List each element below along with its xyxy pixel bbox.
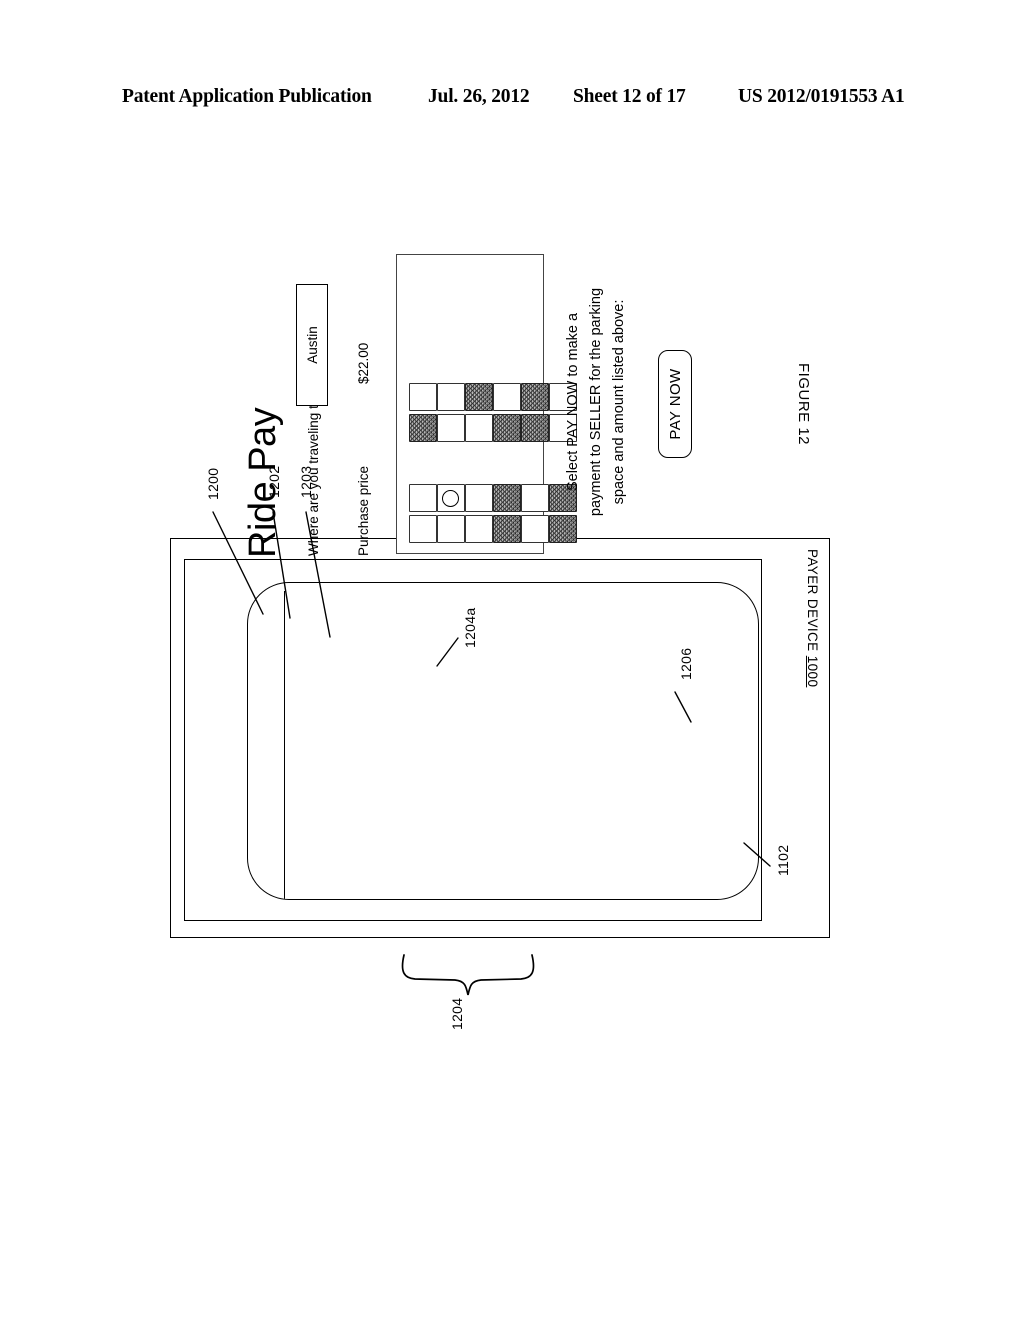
purchase-price-value: $22.00 — [356, 342, 371, 384]
parking-space[interactable] — [437, 414, 465, 442]
parking-space-grid — [409, 263, 577, 543]
parking-stall-pair-right — [493, 383, 521, 442]
parking-stall-pair-right — [437, 383, 465, 442]
parking-space[interactable] — [493, 414, 521, 442]
parking-aisle — [493, 442, 521, 484]
parking-row — [409, 263, 437, 543]
ref-numeral-1202: 1202 — [266, 465, 282, 498]
ref-numeral-1203: 1203 — [298, 465, 314, 498]
ref-numeral-1206: 1206 — [678, 647, 694, 680]
parking-aisle — [465, 442, 493, 484]
ref-numeral-1204a: 1204a — [462, 607, 478, 648]
parking-space[interactable] — [437, 383, 465, 411]
parking-stall-pair-left — [437, 484, 465, 543]
instruction-line-1: Select PAY NOW to make a — [565, 312, 581, 492]
payer-device-caption: PAYER DEVICE 1000 — [805, 549, 820, 687]
ref-numeral-1204: 1204 — [449, 997, 465, 1030]
parking-space[interactable] — [521, 515, 549, 543]
parking-space[interactable] — [437, 515, 465, 543]
brace-1204 — [401, 954, 535, 996]
ref-numeral-1102: 1102 — [775, 844, 791, 876]
parking-space[interactable] — [521, 383, 549, 411]
parking-space[interactable] — [465, 484, 493, 512]
parking-stall-pair-right — [409, 383, 437, 442]
parking-row — [493, 263, 521, 543]
parking-space[interactable] — [493, 484, 521, 512]
parking-space[interactable] — [521, 414, 549, 442]
selected-space-marker-icon — [442, 490, 459, 507]
instruction-line-2: payment to SELLER for the parking — [588, 287, 604, 517]
parking-space[interactable] — [465, 515, 493, 543]
parking-space[interactable] — [521, 484, 549, 512]
parking-space-map[interactable] — [396, 254, 577, 554]
figure-drawing: Ride Pay Where are you traveling to? Aus… — [0, 0, 1024, 1320]
parking-row — [465, 263, 493, 543]
pay-now-button[interactable]: PAY NOW — [658, 350, 692, 458]
parking-space[interactable] — [409, 484, 437, 512]
instruction-line-3: space and amount listed above: — [611, 299, 627, 505]
device-screen-content: Ride Pay Where are you traveling to? Aus… — [240, 240, 800, 566]
parking-space[interactable] — [409, 515, 437, 543]
parking-aisle — [437, 442, 465, 484]
parking-space[interactable] — [493, 383, 521, 411]
payer-device-outer-frame — [170, 538, 830, 938]
payer-device-caption-ref: 1000 — [805, 655, 820, 688]
parking-space[interactable] — [493, 515, 521, 543]
device-screen-bezel — [247, 582, 759, 900]
parking-aisle — [409, 442, 437, 484]
parking-space[interactable] — [465, 414, 493, 442]
destination-input[interactable]: Austin — [296, 284, 328, 406]
parking-row — [437, 263, 465, 543]
parking-stall-pair-left — [521, 484, 549, 543]
parking-stall-pair-left — [493, 484, 521, 543]
parking-space[interactable] — [465, 383, 493, 411]
payment-instruction-text: Select PAY NOW to make a payment to SELL… — [562, 252, 631, 552]
parking-aisle — [521, 442, 549, 484]
parking-stall-pair-right — [521, 383, 549, 442]
purchase-price-label: Purchase price — [356, 465, 371, 556]
payer-device-caption-text: PAYER DEVICE — [805, 549, 820, 656]
ref-numeral-1200: 1200 — [205, 467, 221, 500]
parking-stall-pair-left — [465, 484, 493, 543]
app-screen: Ride Pay Where are you traveling to? Aus… — [240, 240, 800, 566]
parking-space-selected[interactable] — [437, 484, 465, 512]
parking-space[interactable] — [409, 383, 437, 411]
parking-stall-pair-right — [465, 383, 493, 442]
title-separator-rule — [284, 591, 285, 899]
parking-stall-pair-left — [409, 484, 437, 543]
parking-row — [521, 263, 549, 543]
parking-space[interactable] — [409, 414, 437, 442]
